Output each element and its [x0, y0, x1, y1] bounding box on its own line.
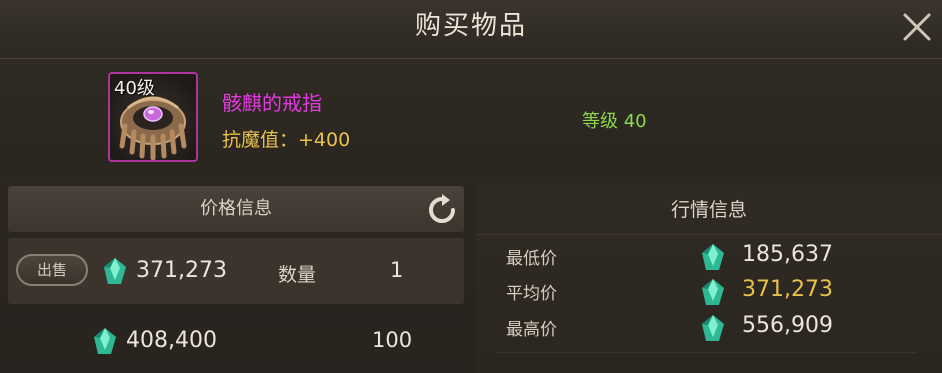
- refresh-icon[interactable]: [426, 194, 458, 226]
- listing-quantity: 100: [372, 328, 413, 352]
- item-name: 骸麒的戒指: [222, 91, 322, 115]
- max-price-label: 最高价: [506, 320, 557, 340]
- avg-price-value: 371,273: [742, 277, 833, 302]
- price-panel: 价格信息 出售 371,273 数量 1 408,400 100: [6, 184, 466, 373]
- item-level-badge: 40级: [114, 78, 155, 99]
- min-price-label: 最低价: [506, 249, 557, 269]
- green-gem-icon: [94, 328, 116, 354]
- listing-row[interactable]: 408,400 100: [8, 310, 464, 370]
- green-gem-icon: [702, 315, 724, 341]
- green-gem-icon: [702, 279, 724, 305]
- min-price-value: 185,637: [742, 242, 833, 267]
- item-info: 40级 骸麒的戒指 抗魔值：+400 等级 40: [0, 59, 942, 174]
- dialog-title: 购买物品: [414, 11, 527, 41]
- market-header: 行情信息: [476, 184, 942, 235]
- avg-price-label: 平均价: [506, 284, 557, 304]
- green-gem-icon: [104, 258, 126, 284]
- listing-price: 408,400: [126, 328, 217, 353]
- listing-quantity: 1: [390, 258, 404, 282]
- listing-row[interactable]: 出售 371,273 数量 1: [8, 238, 464, 304]
- title-bar: 购买物品: [0, 0, 942, 59]
- item-grade: 等级 40: [582, 111, 647, 132]
- item-icon[interactable]: 40级: [108, 72, 198, 162]
- market-panel: 行情信息 最低价 185,637 平均价 371,273 最高价 556,909: [476, 184, 942, 373]
- sell-button[interactable]: 出售: [16, 254, 88, 286]
- green-gem-icon: [702, 244, 724, 270]
- divider: [496, 352, 916, 353]
- listing-price: 371,273: [136, 258, 227, 283]
- price-header: 价格信息: [8, 186, 464, 232]
- price-header-label: 价格信息: [200, 198, 272, 219]
- quantity-label: 数量: [278, 264, 317, 286]
- purchase-dialog: 购买物品 40级 骸麒的戒指 抗魔值：+400 等级 40 价格信息 出售 37…: [0, 0, 942, 373]
- close-icon[interactable]: [900, 10, 934, 44]
- max-price-value: 556,909: [742, 313, 833, 338]
- item-stat: 抗魔值：+400: [222, 129, 351, 151]
